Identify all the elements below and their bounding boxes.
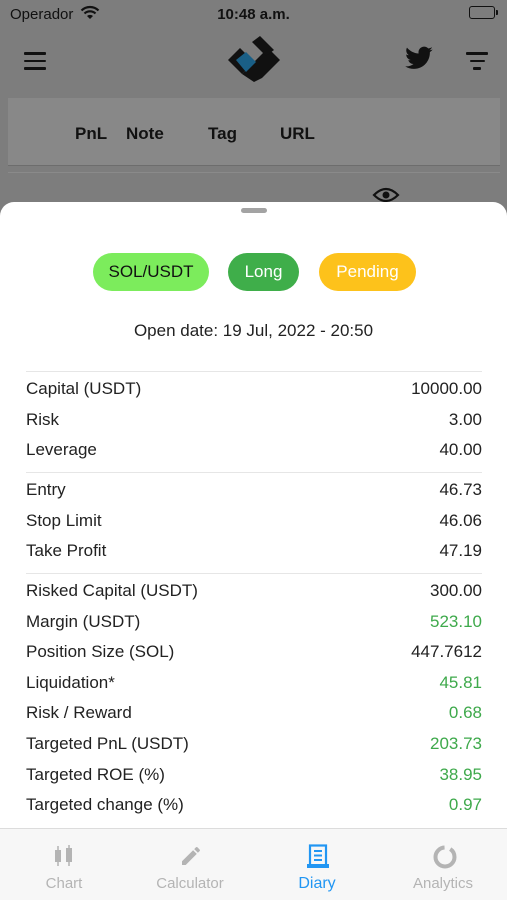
row-label: Position Size (SOL) [26, 642, 175, 662]
sheet-grabber[interactable] [241, 208, 267, 213]
row-value: 203.73 [430, 733, 482, 753]
row-label: Leverage [26, 440, 97, 460]
detail-row: Risked Capital (USDT) 300.00 [26, 574, 482, 605]
row-label: Take Profit [26, 541, 107, 561]
row-label: Targeted change (%) [26, 795, 184, 815]
candlestick-icon [53, 844, 75, 873]
status-bar: Operador 10:48 a.m. [0, 0, 507, 30]
row-value: 300.00 [430, 581, 482, 600]
row-value: 40.00 [439, 440, 482, 460]
row-value: 3.00 [448, 409, 482, 429]
pencil-icon [179, 844, 203, 873]
pair-badge: SOL/USDT [93, 253, 209, 291]
tab-label: Analytics [412, 875, 474, 892]
tab-calculator[interactable]: Calculator [127, 829, 253, 900]
inputs-section: Capital (USDT) 10000.00 Risk 3.00 Leverage… [26, 371, 482, 464]
clock: 10:48 a.m. [217, 6, 290, 23]
nav-bar [0, 30, 507, 92]
open-date: Open date: 19 Jul, 2022 - 20:50 [133, 321, 374, 340]
tab-label: Calculator [156, 875, 224, 892]
row-label: Targeted ROE (%) [26, 764, 165, 784]
row-label: Risk [26, 409, 60, 429]
results-section: Risked Capital (USDT) 300.00 Margin (USDT… [26, 573, 482, 819]
row-value: 523.10 [430, 611, 482, 631]
levels-section: Entry 46.73 Stop Limit 46.06 Take Profit 47… [26, 472, 482, 565]
row-label: Targeted PnL (USDT) [26, 733, 189, 753]
trade-detail-sheet: SOL/USDT Long Pending Open date: 19 Jul,… [0, 202, 507, 842]
twitter-icon[interactable] [404, 46, 434, 77]
column-url[interactable]: URL [280, 124, 315, 144]
row-value: 47.19 [439, 541, 482, 561]
detail-row: Take Profit 47.19 [26, 534, 482, 565]
row-label: Entry [26, 480, 66, 499]
detail-row: Risk 3.00 [26, 403, 482, 434]
table-header: PnL Note Tag URL [8, 98, 500, 166]
detail-row: Margin (USDT) 523.10 [26, 605, 482, 636]
column-tag[interactable]: Tag [208, 124, 237, 144]
receipt-icon [306, 844, 330, 875]
detail-row: Entry 46.73 [26, 473, 482, 504]
row-value: 447.7612 [411, 642, 482, 662]
row-value: 45.81 [439, 672, 482, 692]
row-value: 10000.00 [411, 379, 482, 398]
detail-row: Risk / Reward 0.68 [26, 696, 482, 727]
column-pnl[interactable]: PnL [75, 124, 107, 144]
menu-icon[interactable] [24, 52, 46, 75]
tab-diary[interactable]: Diary [254, 829, 380, 900]
row-label: Margin (USDT) [26, 611, 141, 631]
detail-row: Position Size (SOL) 447.7612 [26, 635, 482, 666]
tab-analytics[interactable]: Analytics [380, 829, 506, 900]
logo-icon [222, 34, 286, 89]
tab-label: Chart [45, 875, 83, 892]
detail-row: Capital (USDT) 10000.00 [26, 372, 482, 403]
detail-row: Liquidation* 45.81 [26, 666, 482, 697]
detail-row: Stop Limit 46.06 [26, 504, 482, 535]
row-label: Capital (USDT) [26, 379, 142, 398]
row-value: 0.68 [448, 703, 482, 723]
battery-icon [469, 6, 498, 19]
direction-badge: Long [228, 253, 299, 291]
row-value: 46.73 [439, 480, 482, 499]
row-value: 38.95 [439, 764, 482, 784]
filter-icon[interactable] [466, 52, 488, 75]
row-label: Risk / Reward [26, 703, 132, 723]
tab-chart[interactable]: Chart [1, 829, 127, 900]
detail-row: Leverage 40.00 [26, 433, 482, 464]
detail-row: Targeted ROE (%) 38.95 [26, 758, 482, 789]
tab-label: Diary [298, 875, 336, 892]
detail-row: Targeted change (%) 0.97 [26, 788, 482, 819]
tab-bar: Chart Calculator Diary Analytics [0, 828, 507, 900]
row-value: 0.97 [448, 795, 482, 815]
row-value: 46.06 [439, 510, 482, 530]
row-label: Liquidation* [26, 672, 115, 692]
column-note[interactable]: Note [126, 124, 164, 144]
row-label: Risked Capital (USDT) [26, 581, 198, 600]
donut-icon [432, 844, 458, 875]
status-badge: Pending [319, 253, 416, 291]
detail-row: Targeted PnL (USDT) 203.73 [26, 727, 482, 758]
row-label: Stop Limit [26, 510, 102, 530]
